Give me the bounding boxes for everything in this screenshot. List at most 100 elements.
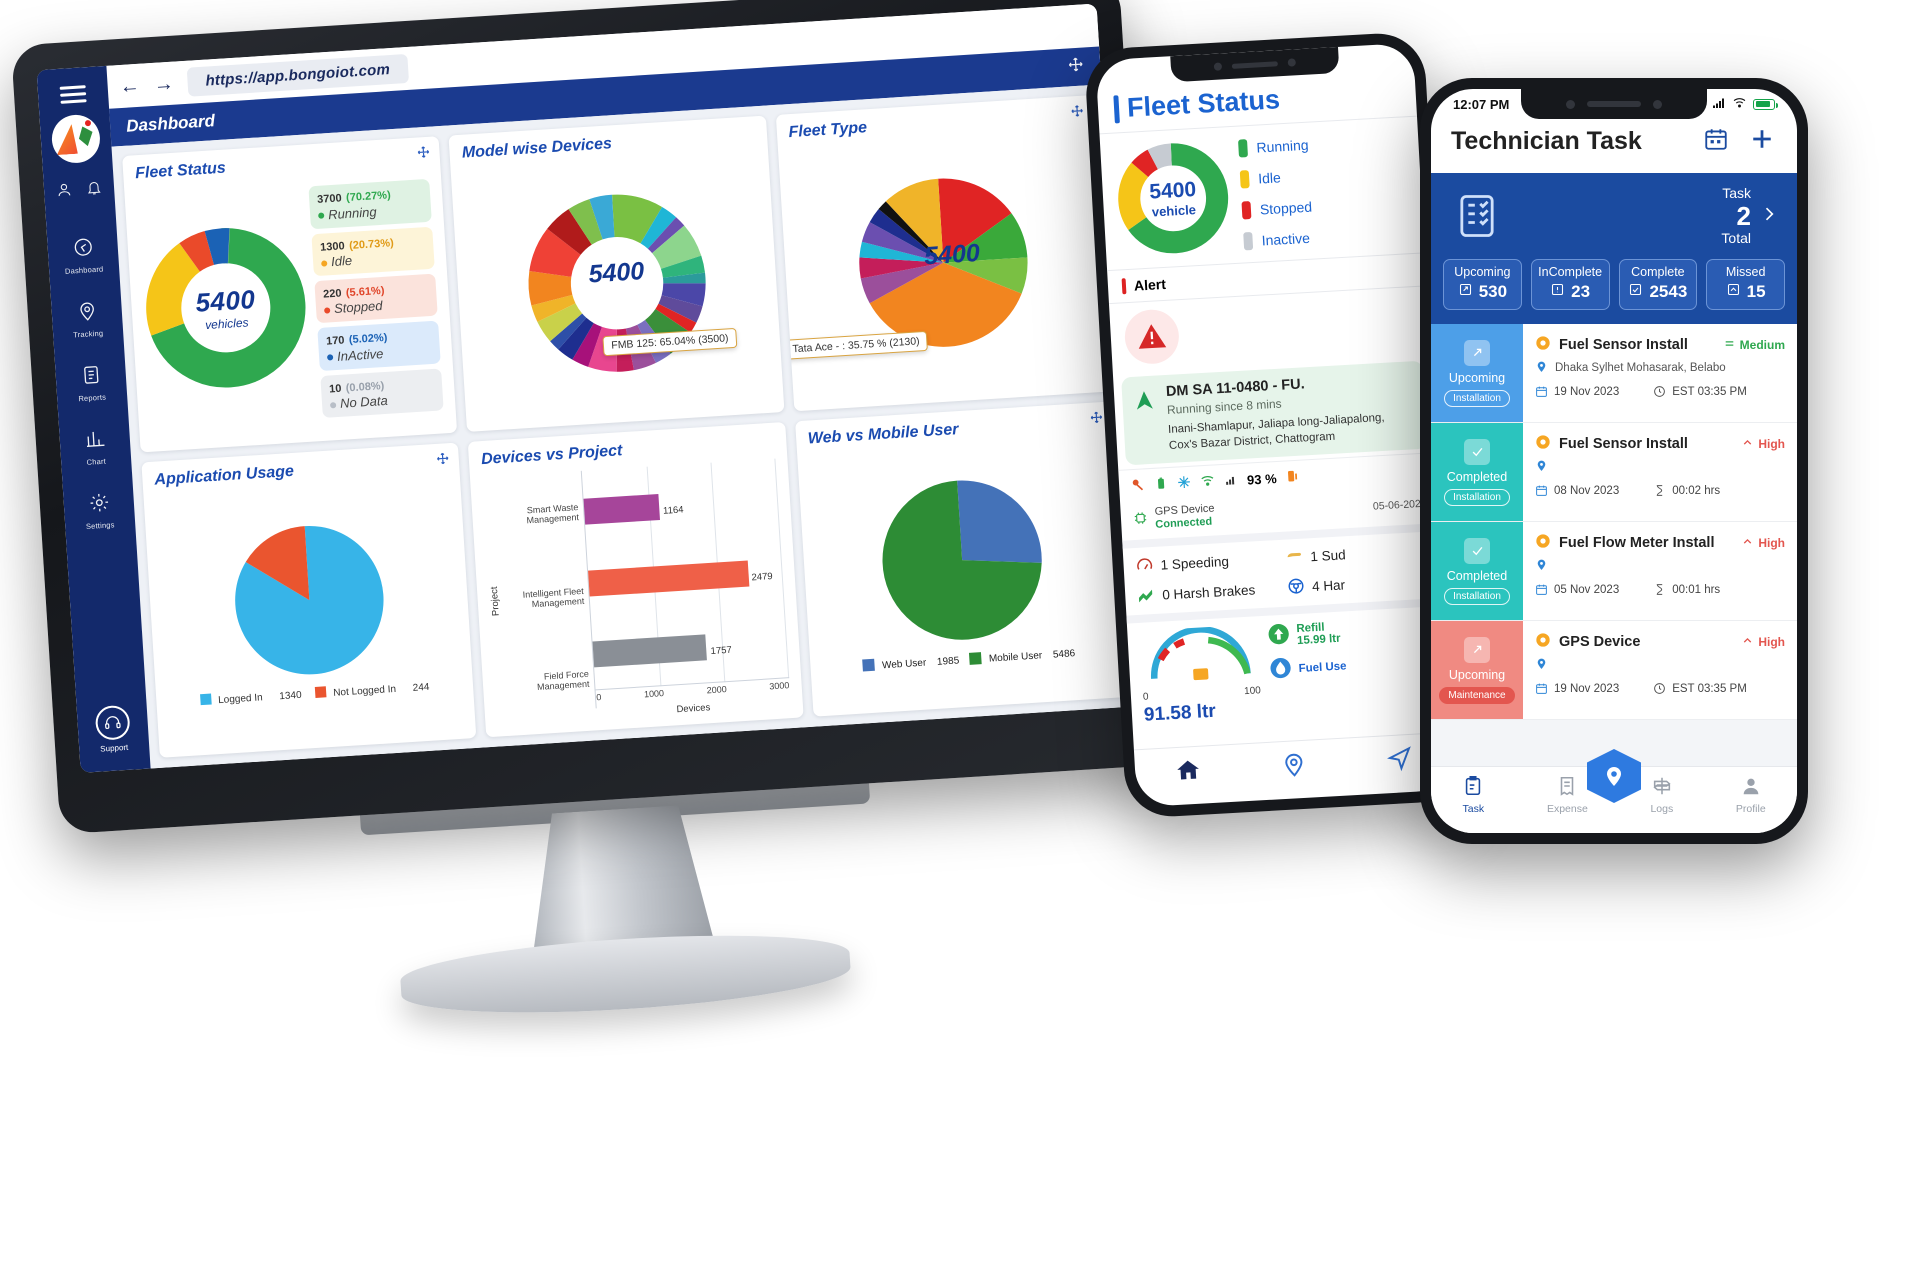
sidebar-item-chart[interactable]: Chart	[59, 415, 133, 481]
fuel-section: 0 100 91.58 ltr Refill 15.99 ltr Fuel Us…	[1126, 597, 1451, 736]
alert-accent-bar	[1121, 278, 1127, 295]
legend-item[interactable]: 10 (0.08%) No Data	[320, 368, 445, 419]
nav-label: Expense	[1546, 803, 1588, 815]
legend-swatch	[1237, 138, 1248, 158]
task-summary-banner: Task 2 Total	[1431, 173, 1797, 260]
card-fleet-status: Fleet Status 5400 vehicles 3700 (70.27%)…	[122, 136, 458, 452]
sidebar-item-tracking[interactable]: Tracking	[50, 287, 124, 353]
sidebar-item-support[interactable]: Support	[94, 704, 132, 754]
arrow-left-icon[interactable]: ←	[119, 74, 140, 97]
bell-icon[interactable]	[86, 179, 103, 201]
task-marker-icon	[1535, 632, 1551, 652]
plus-icon[interactable]	[1747, 124, 1777, 159]
map-pin-icon	[1535, 459, 1548, 475]
fuel-usage-row: Fuel Use	[1269, 653, 1347, 682]
arrow-right-icon[interactable]: →	[153, 72, 174, 95]
nav-item-logs[interactable]: Logs	[1650, 775, 1673, 815]
user-icon[interactable]	[56, 181, 73, 203]
bar-smart-waste[interactable]	[583, 494, 661, 525]
task-tag: Installation	[1444, 488, 1510, 506]
legend-item[interactable]: 1300 (20.73%) Idle	[311, 226, 436, 277]
bar-category: Smart Waste Management	[526, 502, 580, 526]
web-vs-mobile-pie	[869, 466, 1056, 658]
signal-bars-icon	[1711, 97, 1726, 112]
front-camera-icon	[1213, 62, 1223, 71]
wifi-icon	[1732, 96, 1747, 112]
upcoming-icon	[1458, 282, 1473, 302]
nav-label: Profile	[1735, 803, 1766, 815]
location-pin-icon	[76, 300, 99, 327]
legend-item[interactable]: Inactive	[1243, 228, 1314, 250]
address-bar[interactable]: https://app.bongoiot.com	[186, 53, 409, 97]
vehicle-status-card[interactable]: DM SA 11-0480 - FU. Running since 8 mins…	[1121, 360, 1428, 466]
legend-item[interactable]: Running	[1237, 135, 1309, 158]
x-tick: 1000	[643, 688, 665, 700]
device-status: Connected	[1155, 515, 1213, 531]
sidebar-item-reports[interactable]: Reports	[54, 351, 128, 417]
legend-item[interactable]: Idle	[1239, 166, 1311, 189]
dashboard-grid: Fleet Status 5400 vehicles 3700 (70.27%)…	[111, 84, 1141, 769]
task-list[interactable]: Upcoming Installation Fuel Sensor Instal…	[1431, 324, 1797, 766]
legend-item[interactable]: Stopped	[1241, 197, 1312, 219]
sidebar-item-label: Chart	[86, 456, 107, 467]
bar-intelligent-fleet[interactable]	[588, 560, 750, 597]
hamburger-menu-icon[interactable]	[59, 85, 87, 104]
legend-item[interactable]: Logged In 1340	[199, 688, 302, 707]
task-row[interactable]: Completed Installation Fuel Sensor Insta…	[1431, 423, 1797, 523]
tab-missed[interactable]: Missed 15	[1706, 259, 1785, 311]
refill-arrow-icon	[1267, 623, 1290, 649]
mobile-phone-technician-app: 12:07 PM Technician Task Task 2 Total Up…	[1420, 78, 1808, 844]
clock-icon	[1653, 682, 1666, 695]
task-marker-icon	[1535, 434, 1551, 454]
nav-item-expense[interactable]: Expense	[1547, 775, 1588, 815]
fleet-type-pie: 5400 Tata Ace - : 35.75 % (2130)	[784, 126, 1098, 400]
stat-label: 1 Sud	[1309, 547, 1347, 565]
composite-device-mockup: Dashboard Tracking Reports Chart Setting…	[0, 0, 1920, 1272]
fuel-value: 91.58 ltr	[1143, 700, 1217, 726]
chevron-right-icon[interactable]	[1759, 204, 1779, 229]
support-headset-icon	[94, 704, 131, 741]
chevron-up-icon	[1741, 535, 1754, 551]
calendar-icon[interactable]	[1703, 126, 1729, 157]
sensor-icon	[1287, 58, 1297, 67]
task-time: EST 03:35 PM	[1653, 682, 1747, 695]
sidebar-item-settings[interactable]: Settings	[63, 479, 137, 545]
legend-swatch	[968, 651, 982, 665]
task-row[interactable]: Upcoming Maintenance GPS Device High 19 …	[1431, 621, 1797, 721]
expand-arrows-icon[interactable]	[436, 451, 451, 471]
phone2-bottom-nav: Task Expense Logs Profile	[1431, 749, 1797, 833]
check-box-icon	[1464, 537, 1490, 564]
sidebar-item-label: Settings	[85, 520, 115, 532]
legend-label: Running	[327, 203, 377, 223]
legend-item[interactable]: Web User 1985	[861, 653, 960, 672]
sidebar-item-dashboard[interactable]: Dashboard	[46, 224, 120, 290]
bar-category-labels: Smart Waste Management Intelligent Fleet…	[495, 470, 597, 725]
calendar-icon	[1535, 682, 1548, 695]
task-title: Fuel Sensor Install	[1559, 337, 1688, 354]
tab-incomplete[interactable]: InComplete 23	[1530, 259, 1610, 311]
map-pin-icon[interactable]	[1280, 751, 1308, 783]
legend-dot	[326, 354, 334, 361]
nav-item-profile[interactable]: Profile	[1736, 775, 1766, 815]
expand-arrows-icon[interactable]	[1089, 409, 1104, 429]
nav-item-task[interactable]: Task	[1462, 775, 1484, 815]
navigate-icon[interactable]	[1386, 745, 1414, 777]
home-icon[interactable]	[1174, 757, 1202, 789]
tab-complete[interactable]: Complete 2543	[1618, 259, 1698, 311]
expand-arrows-icon[interactable]	[416, 145, 431, 165]
tab-label: Upcoming	[1454, 265, 1511, 280]
tab-upcoming[interactable]: Upcoming 530	[1443, 259, 1522, 311]
bar-field-force[interactable]	[592, 634, 708, 668]
task-row[interactable]: Upcoming Installation Fuel Sensor Instal…	[1431, 324, 1797, 424]
expand-arrows-icon[interactable]	[1067, 55, 1085, 78]
legend-item[interactable]: 170 (5.02%) InActive	[317, 320, 442, 371]
device-chip-icon	[1133, 510, 1149, 529]
expand-arrows-icon[interactable]	[1070, 104, 1085, 124]
task-time: 00:02 hrs	[1653, 484, 1720, 497]
donut-center-label: 5400	[588, 257, 645, 289]
task-priority: High	[1741, 436, 1785, 452]
legend-item[interactable]: 220 (5.61%) Stopped	[314, 273, 439, 324]
legend-item[interactable]: 3700 (70.27%) Running	[308, 179, 433, 230]
task-row[interactable]: Completed Installation Fuel Flow Meter I…	[1431, 522, 1797, 622]
legend-dot	[321, 259, 328, 267]
